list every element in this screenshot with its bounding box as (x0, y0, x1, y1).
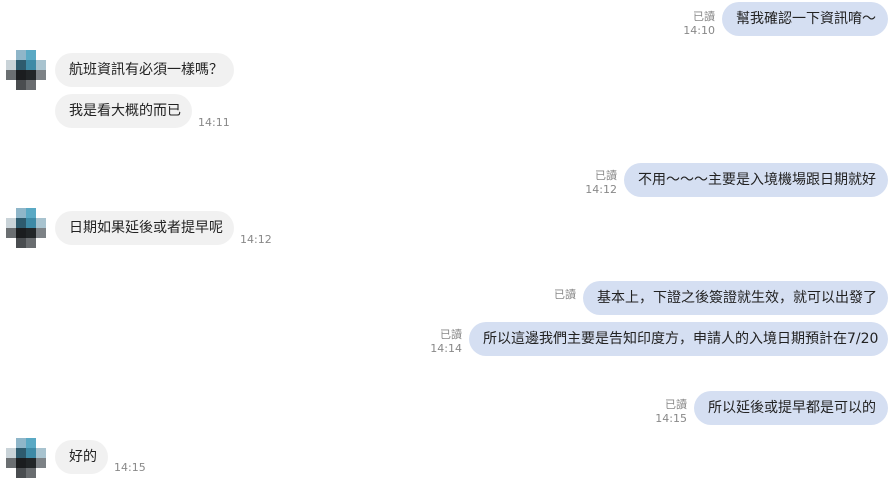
message-bubble-outgoing[interactable]: 不用～～～主要是入境機場跟日期就好 (624, 163, 888, 197)
read-receipt: 已讀 (665, 398, 687, 411)
message-time: 14:14 (430, 342, 462, 355)
message-bubble-incoming[interactable]: 我是看大概的而已 (55, 94, 192, 128)
message-status: 已讀 14:14 (412, 328, 462, 356)
message-time: 14:12 (585, 183, 617, 196)
message-time: 14:11 (198, 116, 230, 129)
message-bubble-outgoing[interactable]: 幫我確認一下資訊唷～ (722, 2, 888, 36)
message-bubble-outgoing[interactable]: 所以這邊我們主要是告知印度方，申請人的入境日期預計在7/20 (469, 322, 888, 356)
message-bubble-incoming[interactable]: 好的 (55, 440, 108, 474)
contact-avatar[interactable] (6, 438, 46, 478)
message-bubble-incoming[interactable]: 日期如果延後或者提早呢 (55, 211, 234, 245)
message-time: 14:15 (114, 461, 146, 474)
message-time: 14:10 (683, 24, 715, 37)
message-time: 14:15 (655, 412, 687, 425)
read-receipt: 已讀 (595, 169, 617, 182)
message-status: 已讀 (526, 288, 576, 302)
message-time: 14:12 (240, 233, 272, 246)
read-receipt: 已讀 (440, 328, 462, 341)
read-receipt: 已讀 (554, 288, 576, 301)
message-bubble-incoming[interactable]: 航班資訊有必須一樣嗎？ (55, 53, 234, 87)
message-bubble-outgoing[interactable]: 所以延後或提早都是可以的 (694, 391, 888, 425)
contact-avatar[interactable] (6, 50, 46, 90)
message-status: 已讀 14:10 (665, 10, 715, 38)
message-status: 已讀 14:12 (567, 169, 617, 197)
read-receipt: 已讀 (693, 10, 715, 23)
message-status: 已讀 14:15 (637, 398, 687, 426)
message-bubble-outgoing[interactable]: 基本上，下證之後簽證就生效，就可以出發了 (583, 281, 888, 315)
contact-avatar[interactable] (6, 208, 46, 248)
